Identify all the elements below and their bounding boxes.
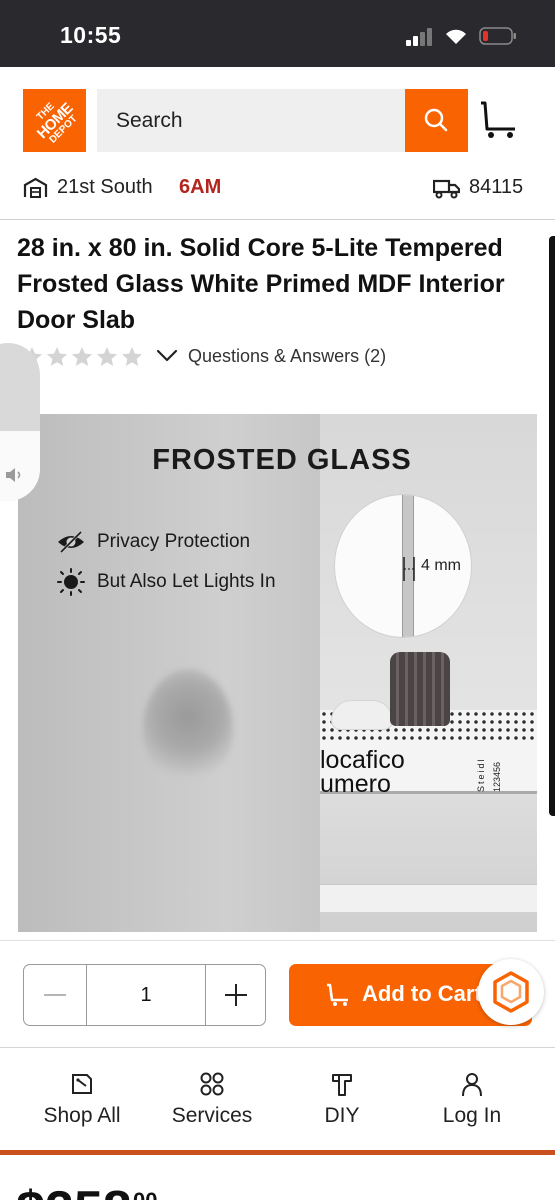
store-open-time: 6AM: [179, 176, 222, 198]
nav-services[interactable]: Services: [147, 1049, 277, 1150]
product-image[interactable]: FROSTED GLASS Privacy Protection But Als…: [18, 414, 537, 932]
wifi-icon: [446, 29, 466, 44]
nav-label: Log In: [442, 1104, 502, 1127]
search-icon: [424, 108, 448, 132]
search-placeholder: Search: [116, 109, 183, 132]
purchase-bar: 1 Add to Cart: [0, 940, 555, 1048]
light-icon: [57, 568, 85, 596]
delivery-truck-icon[interactable]: [433, 177, 460, 199]
minus-icon: [44, 994, 66, 996]
star-icon: [47, 347, 67, 366]
quantity-input[interactable]: 1: [86, 965, 206, 1025]
nav-divider: [0, 1150, 555, 1155]
speaker-icon[interactable]: [4, 466, 26, 484]
store-name[interactable]: 21st South: [57, 176, 153, 199]
bottom-navigation: Shop All Services DIY Log In: [0, 1049, 555, 1150]
book-title-wrap: locafico umero: [320, 414, 537, 932]
quantity-stepper: 1: [23, 964, 266, 1026]
nav-diy[interactable]: DIY: [277, 1049, 407, 1150]
home-depot-logo[interactable]: THE HOME DEPOT: [23, 89, 86, 152]
eye-off-icon: [58, 530, 84, 554]
product-price-cents: 00: [133, 1188, 157, 1200]
product-title: 28 in. x 80 in. Solid Core 5-Lite Temper…: [17, 234, 505, 334]
status-bar: 10:55: [0, 0, 555, 67]
book-title-line-2: umero: [320, 770, 391, 798]
hexagon-assistant-icon: [493, 971, 529, 1013]
store-location-bar: 21st South 6AM 84115: [0, 167, 555, 220]
shelf-prop: [320, 884, 537, 912]
cart-icon: [327, 983, 348, 1006]
door-knob-blur: [143, 669, 233, 789]
chevron-down-icon[interactable]: [156, 348, 178, 364]
shop-all-icon: [72, 1074, 92, 1094]
logo-wordmark: THE HOME DEPOT: [27, 93, 82, 148]
star-icon: [122, 347, 142, 366]
questions-answers-link[interactable]: Questions & Answers (2): [188, 346, 386, 367]
user-icon: [462, 1073, 482, 1097]
store-icon[interactable]: [23, 177, 48, 199]
star-icon: [72, 347, 92, 366]
cart-icon[interactable]: [477, 99, 519, 141]
delivery-zip-code[interactable]: 84115: [469, 176, 523, 199]
feature-label: But Also Let Lights In: [97, 571, 276, 592]
star-icon: [97, 347, 117, 366]
plus-icon: [225, 984, 247, 1006]
nav-label: Services: [171, 1104, 253, 1127]
nav-shop-all[interactable]: Shop All: [17, 1049, 147, 1150]
increase-quantity-button[interactable]: [206, 965, 266, 1025]
nav-label: Shop All: [43, 1104, 121, 1127]
add-to-cart-label: Add to Cart: [362, 981, 482, 1006]
screen-edge-decoration: [549, 236, 555, 816]
search-input[interactable]: Search: [97, 89, 406, 152]
product-price: $258: [16, 1184, 132, 1200]
nav-log-in[interactable]: Log In: [407, 1049, 537, 1150]
feature-label: Privacy Protection: [97, 531, 251, 552]
battery-icon: [479, 27, 516, 45]
site-header: THE HOME DEPOT Search: [0, 67, 555, 167]
assistant-badge[interactable]: [478, 959, 544, 1025]
decrease-quantity-button[interactable]: [24, 965, 86, 1025]
services-icon: [200, 1072, 224, 1096]
diy-icon: [332, 1074, 352, 1096]
nav-label: DIY: [324, 1104, 360, 1127]
search-button[interactable]: [405, 89, 468, 152]
rating-row[interactable]: Questions & Answers (2): [20, 343, 440, 373]
status-time: 10:55: [60, 22, 122, 48]
cellular-signal-icon: [406, 28, 434, 46]
